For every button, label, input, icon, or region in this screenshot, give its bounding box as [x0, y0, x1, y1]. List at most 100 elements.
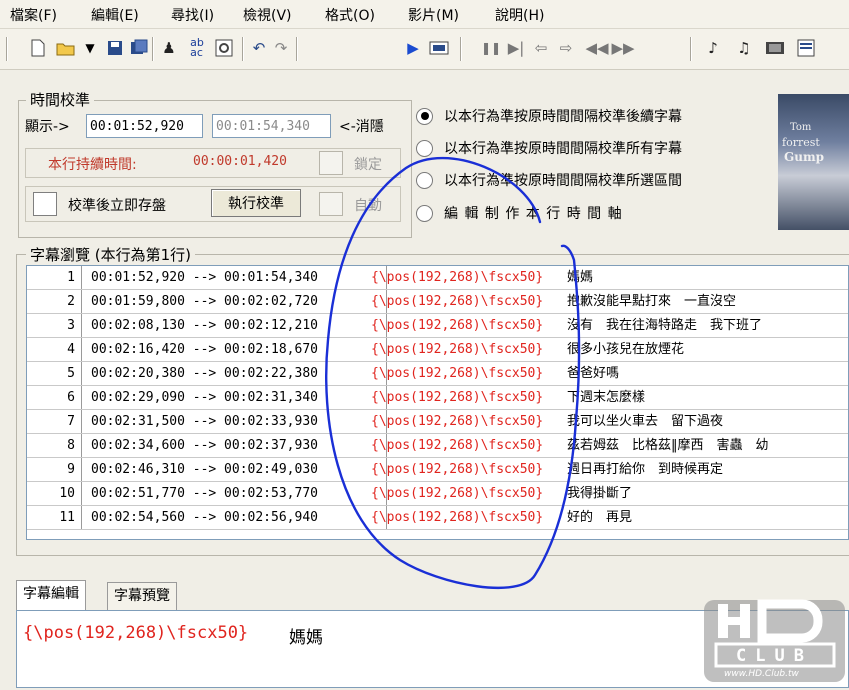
row-subtitle-text: 很多小孩兒在放煙花: [567, 342, 685, 357]
toolbar-separator: [242, 37, 244, 61]
radio-label: 以本行為準按原時間間隔校準所選區間: [444, 173, 682, 189]
lock-checkbox[interactable]: [319, 151, 343, 175]
row-subtitle-text: 抱歉沒能早點打來 一直沒空: [567, 294, 737, 309]
open-folder-icon[interactable]: [55, 37, 77, 59]
rewind-icon[interactable]: ◀◀: [585, 37, 608, 59]
window-icon[interactable]: [795, 37, 817, 59]
row-subtitle-text: 沒有 我在往海特路走 我下班了: [567, 318, 763, 333]
save-all-icon[interactable]: [128, 37, 150, 59]
row-number: 5: [27, 362, 82, 385]
tab-subtitle-edit[interactable]: 字幕編輯: [16, 580, 86, 610]
toolbar-separator: [152, 37, 154, 61]
menu-movie[interactable]: 影片(M): [408, 5, 459, 25]
wave-a-icon[interactable]: ♪: [702, 37, 724, 59]
play-icon[interactable]: ▶: [402, 37, 424, 59]
step-icon[interactable]: ▶|: [505, 37, 527, 59]
timing-group-title: 時間校準: [26, 89, 95, 110]
autosave-label: 校準後立即存盤: [68, 198, 166, 214]
subtitle-row[interactable]: 7 00:02:31,500 --> 00:02:33,930 {\pos(192,…: [27, 410, 848, 434]
subtitle-row[interactable]: 9 00:02:46,310 --> 00:02:49,030 {\pos(192,…: [27, 458, 848, 482]
toolbar: ▼ ♟ ab ac ↶ ↷ ▶ ❚❚ ▶| ⇦ ⇨ ◀◀ ▶▶ ♪ ♫: [0, 29, 849, 70]
row-timecode: 00:02:20,380 --> 00:02:22,380: [87, 362, 387, 385]
toolbar-separator: [6, 37, 8, 61]
replace-icon[interactable]: ab ac: [186, 37, 208, 59]
radio-option-range[interactable]: 以本行為準按原時間間隔校準所選區間: [416, 168, 682, 192]
chevron-down-icon[interactable]: ▼: [79, 37, 101, 59]
row-subtitle-text: 好的 再見: [567, 510, 633, 525]
forward-icon[interactable]: ⇨: [555, 37, 577, 59]
menu-find[interactable]: 尋找(I): [171, 5, 214, 25]
row-style-tag: {\pos(192,268)\fscx50}: [371, 462, 544, 477]
radio-button[interactable]: [416, 107, 433, 125]
menu-file[interactable]: 檔案(F): [10, 5, 57, 25]
poster-text: Tom: [790, 122, 812, 133]
display-time-field[interactable]: 00:01:52,920: [86, 114, 203, 138]
row-number: 11: [27, 506, 82, 529]
subtitle-row[interactable]: 11 00:02:54,560 --> 00:02:56,940 {\pos(192…: [27, 506, 848, 530]
movie-poster: Tom forrest Gump: [778, 94, 849, 230]
poster-text: forrest: [782, 136, 820, 149]
auto-label: 自動: [354, 198, 382, 214]
subtitle-row[interactable]: 1 00:01:52,920 --> 00:01:54,340 {\pos(192,…: [27, 266, 848, 290]
subtitle-row[interactable]: 5 00:02:20,380 --> 00:02:22,380 {\pos(192,…: [27, 362, 848, 386]
row-number: 2: [27, 290, 82, 313]
row-subtitle-text: 我可以坐火車去 留下過夜: [567, 414, 724, 429]
row-subtitle-text: 茲若姆茲 比格茲‖摩西 害蟲 幼: [567, 438, 769, 453]
execute-button[interactable]: 執行校準: [211, 189, 301, 217]
subtitle-row[interactable]: 10 00:02:51,770 --> 00:02:53,770 {\pos(192…: [27, 482, 848, 506]
menu-help[interactable]: 說明(H): [495, 5, 544, 25]
pause-icon[interactable]: ❚❚: [480, 37, 502, 59]
editor-tag-text: {\pos(192,268)\fscx50}: [23, 623, 249, 643]
video-frame-icon[interactable]: [428, 37, 450, 59]
subtitle-row[interactable]: 4 00:02:16,420 --> 00:02:18,670 {\pos(192,…: [27, 338, 848, 362]
auto-checkbox[interactable]: [319, 192, 343, 216]
radio-option-follow[interactable]: 以本行為準按原時間間隔校準後續字幕: [416, 104, 682, 128]
radio-label: 以本行為準按原時間間隔校準所有字幕: [444, 141, 682, 157]
new-file-icon[interactable]: [27, 37, 49, 59]
row-style-tag: {\pos(192,268)\fscx50}: [371, 270, 544, 285]
row-timecode: 00:02:51,770 --> 00:02:53,770: [87, 482, 387, 505]
subtitle-row[interactable]: 3 00:02:08,130 --> 00:02:12,210 {\pos(192,…: [27, 314, 848, 338]
target-time-field[interactable]: 00:01:54,340: [212, 114, 331, 138]
fast-forward-icon[interactable]: ▶▶: [611, 37, 634, 59]
duration-label: 本行持續時間:: [48, 157, 137, 173]
duration-value: 00:00:01,420: [193, 154, 287, 169]
row-style-tag: {\pos(192,268)\fscx50}: [371, 438, 544, 453]
row-number: 1: [27, 266, 82, 289]
back-icon[interactable]: ⇦: [530, 37, 552, 59]
subtitle-row[interactable]: 8 00:02:34,600 --> 00:02:37,930 {\pos(192,…: [27, 434, 848, 458]
logo-sub-text: CLUB: [736, 646, 813, 666]
find-icon[interactable]: ♟: [158, 37, 180, 59]
radio-button[interactable]: [416, 204, 433, 222]
undo-icon[interactable]: ↶: [248, 37, 270, 59]
subtitle-row[interactable]: 6 00:02:29,090 --> 00:02:31,340 {\pos(192,…: [27, 386, 848, 410]
radio-button[interactable]: [416, 139, 433, 157]
row-timecode: 00:02:34,600 --> 00:02:37,930: [87, 434, 387, 457]
autosave-checkbox[interactable]: [33, 192, 57, 216]
radio-button[interactable]: [416, 171, 433, 189]
subtitle-row-partial[interactable]: [27, 530, 848, 539]
cancel-label: <-消隱: [339, 119, 384, 135]
subtitle-row[interactable]: 2 00:01:59,800 --> 00:02:02,720 {\pos(192,…: [27, 290, 848, 314]
preview-icon[interactable]: [213, 37, 235, 59]
row-subtitle-text: 我得掛斷了: [567, 486, 633, 501]
poster-text: Gump: [784, 150, 825, 164]
menu-format[interactable]: 格式(O): [325, 5, 375, 25]
subtitle-list[interactable]: 1 00:01:52,920 --> 00:01:54,340 {\pos(192,…: [26, 265, 849, 540]
row-number: 8: [27, 434, 82, 457]
row-subtitle-text: 週日再打給你 到時候再定: [567, 462, 724, 477]
film-icon[interactable]: [764, 37, 786, 59]
row-style-tag: {\pos(192,268)\fscx50}: [371, 486, 544, 501]
row-number: 6: [27, 386, 82, 409]
row-style-tag: {\pos(192,268)\fscx50}: [371, 294, 544, 309]
save-icon[interactable]: [104, 37, 126, 59]
radio-option-all[interactable]: 以本行為準按原時間間隔校準所有字幕: [416, 136, 682, 160]
row-style-tag: {\pos(192,268)\fscx50}: [371, 414, 544, 429]
tab-subtitle-preview[interactable]: 字幕預覽: [107, 582, 177, 610]
row-timecode: 00:01:59,800 --> 00:02:02,720: [87, 290, 387, 313]
radio-option-edit-timeline[interactable]: 編 輯 制 作 本 行 時 間 軸: [416, 201, 623, 225]
menu-view[interactable]: 檢視(V): [243, 5, 292, 25]
menu-edit[interactable]: 編輯(E): [91, 5, 139, 25]
wave-b-icon[interactable]: ♫: [733, 37, 755, 59]
redo-icon[interactable]: ↷: [270, 37, 292, 59]
